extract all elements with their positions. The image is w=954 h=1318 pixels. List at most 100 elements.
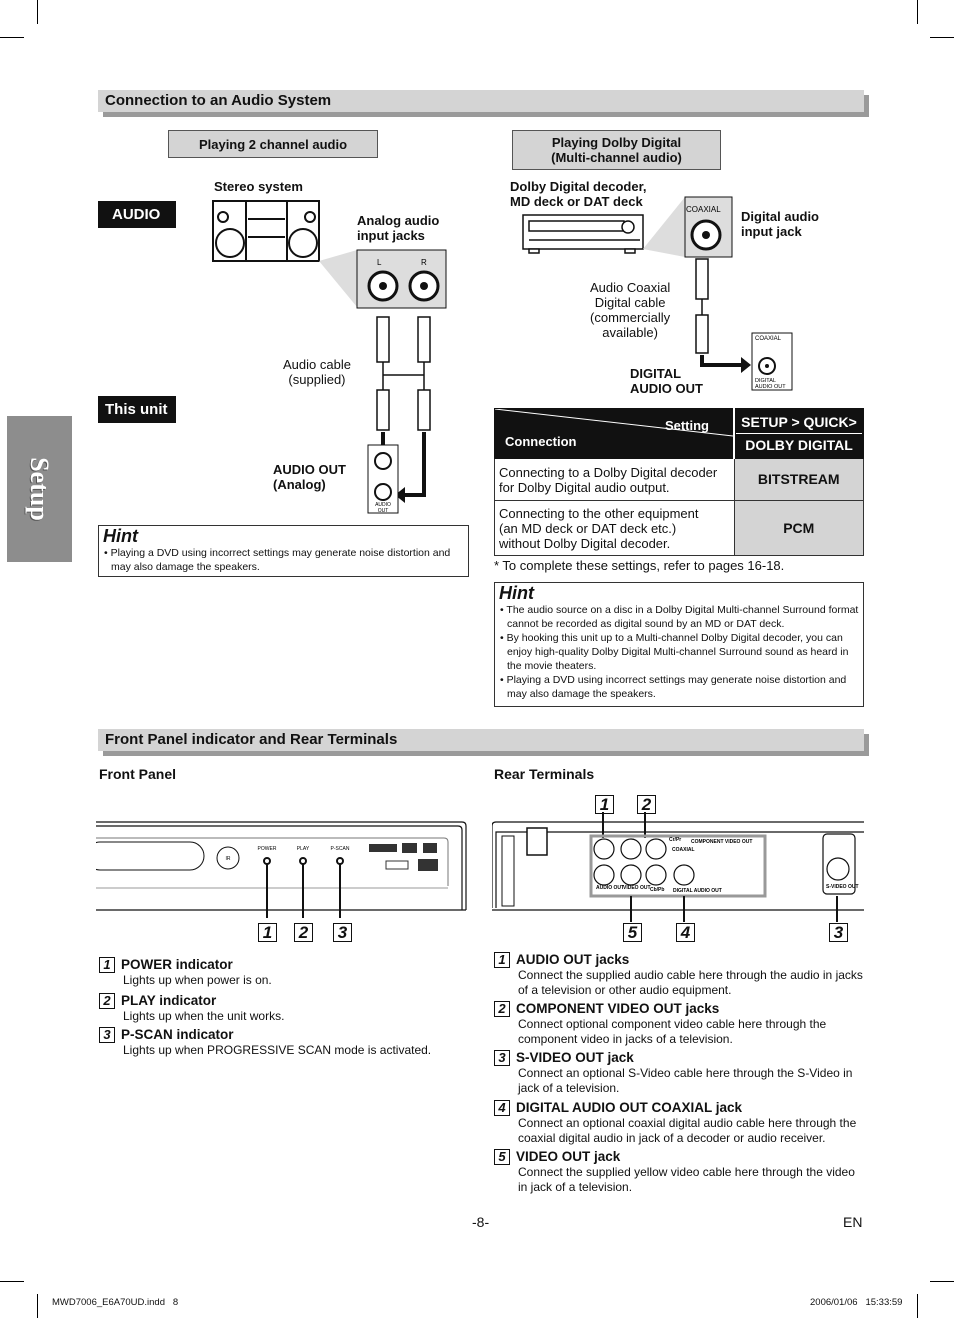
hint-item: • By hooking this unit up to a Multi-cha… [500,632,849,672]
audio-cable-icon [376,316,431,431]
item-number: 2 [99,993,115,1010]
digital-out-panel-label: DIGITAL AUDIO OUT [673,888,722,894]
digital-connection-diagram: COAXIAL COAXIAL DIGITALAUDIO OUT [522,196,793,391]
audio-out-jack-icon: AUDIOOUT [367,444,399,514]
this-unit-label: This unit [98,396,176,423]
svideo-panel-label: S-VIDEO OUT [826,884,859,890]
table-row: Connecting to a Dolby Digital decoder fo… [494,458,864,501]
language-code: EN [843,1214,863,1230]
side-tab: Setup [7,416,72,562]
item-desc: Connect an optional S-Video cable here t… [518,1066,853,1096]
hint-title: Hint [499,583,534,603]
svg-text:COAXIAL: COAXIAL [755,336,782,342]
component-label: COMPONENT VIDEO OUT [691,839,752,845]
header-setting-path: SETUP > QUICK> DOLBY DIGITAL [733,408,864,459]
front-item-2: 2 PLAY indicator Lights up when the unit w… [99,993,284,1024]
item-number: 4 [494,1100,510,1117]
rear-item-2: 2 COMPONENT VIDEO OUT jacks Connect option… [494,1001,864,1047]
item-number: 1 [494,952,510,969]
hint-item: • Playing a DVD using incorrect settings… [104,547,451,573]
hint-title: Hint [103,526,138,546]
callout-5: 5 [623,923,642,942]
digital-out-jack-icon: COAXIAL DIGITALAUDIO OUT [751,332,793,391]
header-path: SETUP > QUICK> [741,414,857,430]
section-header-panel: Front Panel indicator and Rear Terminals [98,729,864,751]
front-panel-title: Front Panel [99,766,177,782]
component-pr-jack-icon [645,838,667,860]
rear-terminals-title: Rear Terminals [494,766,595,782]
jack-r: R [421,258,427,267]
logo-badges-icon [369,843,438,871]
row-value: PCM [733,500,864,556]
analog-input-jacks-icon [356,249,447,309]
footer-timestamp: 2006/01/06 15:33:59 [810,1297,903,1308]
audio-out-panel-label: AUDIO OUT [596,885,624,891]
play-label: PLAY [297,846,310,852]
manual-page: Setup Connection to an Audio System Play… [0,0,954,1318]
s-video-jack-icon [826,857,850,881]
side-tab-label: Setup [25,457,54,521]
coaxial-jack-icon [673,864,695,886]
callout-3: 3 [333,923,352,942]
rear-item-1: 1 AUDIO OUT jacks Connect the supplied aud… [494,952,864,998]
coaxial-label: COAXIAL [672,847,695,853]
item-number: 2 [494,1001,510,1018]
row-connection: Connecting to a Dolby Digital decoder fo… [494,458,735,501]
stereo-system-icon [212,200,320,262]
video-out-panel-label: VIDEO OUT [623,885,651,891]
coaxial-cable-icon [695,258,709,354]
section-header-audio: Connection to an Audio System [98,90,864,112]
footer-file: MWD7006_E6A70UD.indd 8 [52,1297,179,1308]
front-item-3: 3 P-SCAN indicator Lights up when PROGRESS… [99,1027,431,1058]
rear-panel-diagram: COMPONENT VIDEO OUT Cr/Pr COAXIAL Cb/Pb … [492,812,864,922]
item-desc: Connect an optional coaxial digital audi… [518,1116,857,1146]
item-desc: Lights up when power is on. [123,973,272,988]
item-title: COMPONENT VIDEO OUT jacks [516,1001,720,1016]
mode-dolby: Playing Dolby Digital (Multi-channel aud… [512,130,721,170]
dolby-settings-table: Setting Connection SETUP > QUICK> DOLBY … [494,408,864,556]
crpr-label: Cr/Pr [669,837,681,843]
stereo-label: Stereo system [214,179,303,194]
callout-2: 2 [294,923,313,942]
hint-item: • The audio source on a disc in a Dolby … [500,604,859,630]
callout-3: 3 [829,923,848,942]
audio-out-r-jack-icon [593,864,615,886]
component-pb-jack-icon [645,864,667,886]
item-title: DIGITAL AUDIO OUT COAXIAL jack [516,1100,743,1115]
item-title: AUDIO OUT jacks [516,952,630,967]
component-y-jack-icon [620,838,642,860]
svg-text:OUT: OUT [378,508,389,514]
rear-item-4: 4 DIGITAL AUDIO OUT COAXIAL jack Connect a… [494,1100,864,1146]
item-desc: Lights up when PROGRESSIVE SCAN mode is … [123,1043,432,1058]
item-title: S-VIDEO OUT jack [516,1050,634,1065]
front-panel-diagram: IR POWER PLAY P-SCAN [96,821,467,918]
coaxial-label: COAXIAL [686,205,721,214]
callout-1: 1 [258,923,277,942]
item-number: 3 [99,1027,115,1044]
front-item-1: 1 POWER indicator Lights up when power is … [99,957,272,988]
item-title: VIDEO OUT jack [516,1149,621,1164]
hint-box-left: Hint • Playing a DVD using incorrect set… [98,525,469,577]
page-number: -8- [472,1214,490,1230]
decoder-icon [522,214,644,254]
power-label: POWER [258,846,277,852]
item-desc: Connect the supplied yellow video cable … [518,1165,855,1195]
item-desc: Lights up when the unit works. [123,1009,285,1024]
rear-item-3: 3 S-VIDEO OUT jack Connect an optional S-V… [494,1050,864,1096]
item-desc: Connect optional component video cable h… [518,1017,827,1047]
item-title: P-SCAN indicator [121,1027,234,1042]
item-desc: Connect the supplied audio cable here th… [518,968,863,998]
row-value: BITSTREAM [733,458,864,501]
header-item: DOLBY DIGITAL [736,433,862,456]
cbpb-label: Cb/Pb [650,887,664,893]
hint-item: • Playing a DVD using incorrect settings… [500,674,847,700]
table-row: Connecting to the other equipment (an MD… [494,500,864,556]
svg-text:AUDIO OUT: AUDIO OUT [755,384,786,390]
mode-2ch: Playing 2 channel audio [168,130,378,158]
analog-connection-diagram: L R AUDIOOUT [212,200,447,514]
header-setting: Setting [664,418,709,433]
item-number: 3 [494,1050,510,1067]
header-connection: Connection [505,434,577,449]
item-number: 1 [99,957,115,974]
settings-note: * To complete these settings, refer to p… [494,558,785,573]
